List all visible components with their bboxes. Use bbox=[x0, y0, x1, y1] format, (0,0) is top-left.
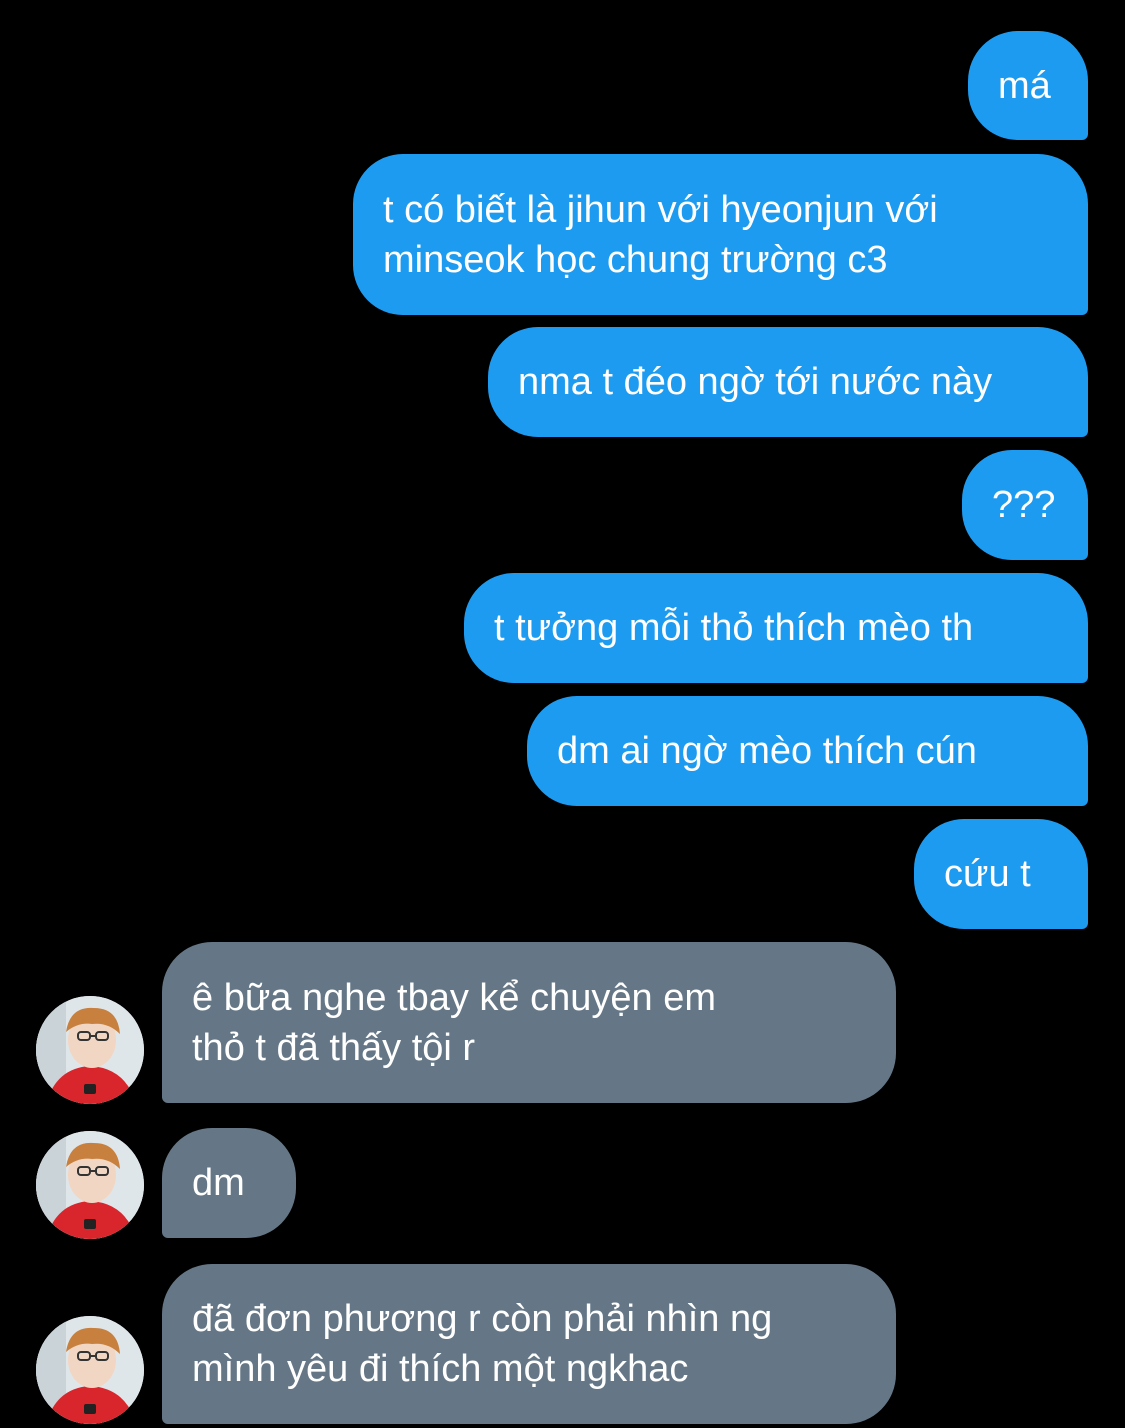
contact-avatar[interactable] bbox=[36, 1131, 144, 1239]
received-message-bubble[interactable]: dm bbox=[162, 1128, 296, 1238]
sent-message-bubble[interactable]: má bbox=[968, 31, 1088, 140]
sent-message-bubble[interactable]: cứu t bbox=[914, 819, 1088, 929]
sent-message-bubble[interactable]: t có biết là jihun với hyeonjun với mins… bbox=[353, 154, 1088, 315]
avatar-photo-icon bbox=[36, 1316, 144, 1424]
sent-message-bubble[interactable]: t tưởng mỗi thỏ thích mèo th bbox=[464, 573, 1088, 683]
sent-message-bubble[interactable]: ??? bbox=[962, 450, 1088, 560]
sent-message-bubble[interactable]: nma t đéo ngờ tới nước này bbox=[488, 327, 1088, 437]
contact-avatar[interactable] bbox=[36, 996, 144, 1104]
received-message-bubble[interactable]: đã đơn phương r còn phải nhìn ng mình yê… bbox=[162, 1264, 896, 1424]
avatar-photo-icon bbox=[36, 1131, 144, 1239]
avatar-photo-icon bbox=[36, 996, 144, 1104]
sent-message-bubble[interactable]: dm ai ngờ mèo thích cún bbox=[527, 696, 1088, 806]
contact-avatar[interactable] bbox=[36, 1316, 144, 1424]
received-message-bubble[interactable]: ê bữa nghe tbay kể chuyện em thỏ t đã th… bbox=[162, 942, 896, 1103]
